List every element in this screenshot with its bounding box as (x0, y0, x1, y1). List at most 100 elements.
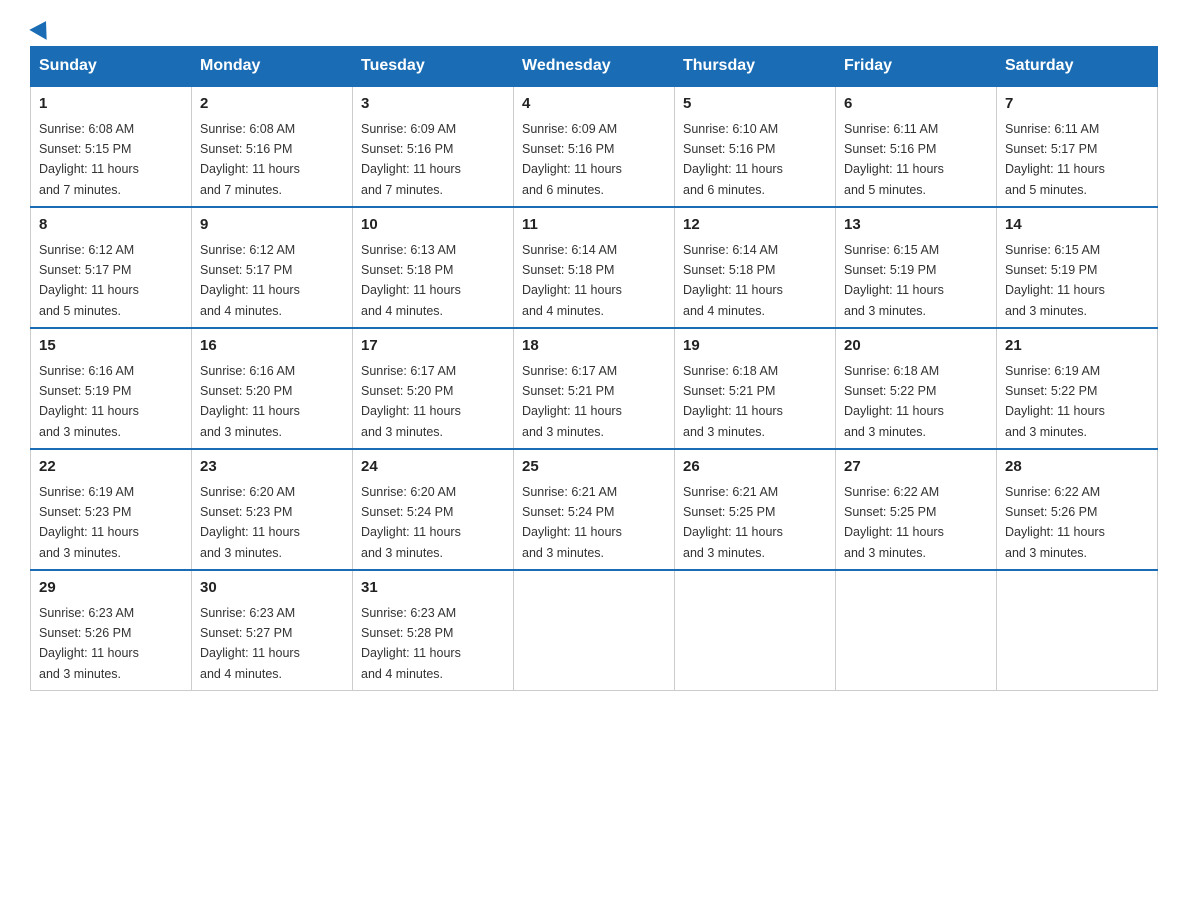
week-row-1: 1Sunrise: 6:08 AMSunset: 5:15 PMDaylight… (31, 86, 1158, 207)
day-number: 30 (200, 577, 344, 600)
day-cell: 25 Sunrise: 6:21 AMSunset: 5:24 PMDayligh… (514, 449, 675, 570)
day-number: 5 (683, 93, 827, 116)
calendar-table: SundayMondayTuesdayWednesdayThursdayFrid… (30, 46, 1158, 691)
day-cell: 21 Sunrise: 6:19 AMSunset: 5:22 PMDayligh… (997, 328, 1158, 449)
day-cell: 27 Sunrise: 6:22 AMSunset: 5:25 PMDayligh… (836, 449, 997, 570)
day-cell: 1Sunrise: 6:08 AMSunset: 5:15 PMDaylight… (31, 86, 192, 207)
day-cell: 20 Sunrise: 6:18 AMSunset: 5:22 PMDayligh… (836, 328, 997, 449)
day-info: Sunrise: 6:22 AMSunset: 5:25 PMDaylight:… (844, 485, 944, 560)
day-number: 22 (39, 456, 183, 479)
header-row: SundayMondayTuesdayWednesdayThursdayFrid… (31, 47, 1158, 87)
day-cell (997, 570, 1158, 691)
day-number: 17 (361, 335, 505, 358)
header-saturday: Saturday (997, 47, 1158, 87)
day-number: 10 (361, 214, 505, 237)
header-monday: Monday (192, 47, 353, 87)
day-number: 11 (522, 214, 666, 237)
day-info: Sunrise: 6:11 AMSunset: 5:17 PMDaylight:… (1005, 122, 1105, 197)
day-cell: 14Sunrise: 6:15 AMSunset: 5:19 PMDayligh… (997, 207, 1158, 328)
day-number: 13 (844, 214, 988, 237)
day-number: 24 (361, 456, 505, 479)
day-info: Sunrise: 6:20 AMSunset: 5:23 PMDaylight:… (200, 485, 300, 560)
day-number: 21 (1005, 335, 1149, 358)
week-row-4: 22 Sunrise: 6:19 AMSunset: 5:23 PMDayligh… (31, 449, 1158, 570)
day-cell: 4Sunrise: 6:09 AMSunset: 5:16 PMDaylight… (514, 86, 675, 207)
day-number: 9 (200, 214, 344, 237)
header-friday: Friday (836, 47, 997, 87)
day-info: Sunrise: 6:08 AMSunset: 5:16 PMDaylight:… (200, 122, 300, 197)
page-header (30, 20, 1158, 36)
day-info: Sunrise: 6:16 AMSunset: 5:19 PMDaylight:… (39, 364, 139, 439)
day-number: 12 (683, 214, 827, 237)
day-cell: 8Sunrise: 6:12 AMSunset: 5:17 PMDaylight… (31, 207, 192, 328)
day-number: 7 (1005, 93, 1149, 116)
day-info: Sunrise: 6:23 AMSunset: 5:26 PMDaylight:… (39, 606, 139, 681)
day-cell: 22 Sunrise: 6:19 AMSunset: 5:23 PMDayligh… (31, 449, 192, 570)
day-number: 15 (39, 335, 183, 358)
day-number: 29 (39, 577, 183, 600)
header-thursday: Thursday (675, 47, 836, 87)
day-cell: 29 Sunrise: 6:23 AMSunset: 5:26 PMDayligh… (31, 570, 192, 691)
day-info: Sunrise: 6:21 AMSunset: 5:24 PMDaylight:… (522, 485, 622, 560)
day-number: 27 (844, 456, 988, 479)
day-info: Sunrise: 6:15 AMSunset: 5:19 PMDaylight:… (1005, 243, 1105, 318)
day-info: Sunrise: 6:09 AMSunset: 5:16 PMDaylight:… (361, 122, 461, 197)
week-row-3: 15 Sunrise: 6:16 AMSunset: 5:19 PMDayligh… (31, 328, 1158, 449)
day-cell: 3 Sunrise: 6:09 AMSunset: 5:16 PMDaylight… (353, 86, 514, 207)
day-number: 20 (844, 335, 988, 358)
day-info: Sunrise: 6:19 AMSunset: 5:23 PMDaylight:… (39, 485, 139, 560)
day-info: Sunrise: 6:18 AMSunset: 5:22 PMDaylight:… (844, 364, 944, 439)
day-cell: 2Sunrise: 6:08 AMSunset: 5:16 PMDaylight… (192, 86, 353, 207)
day-info: Sunrise: 6:17 AMSunset: 5:21 PMDaylight:… (522, 364, 622, 439)
day-cell: 7 Sunrise: 6:11 AMSunset: 5:17 PMDaylight… (997, 86, 1158, 207)
day-cell: 12 Sunrise: 6:14 AMSunset: 5:18 PMDayligh… (675, 207, 836, 328)
day-info: Sunrise: 6:15 AMSunset: 5:19 PMDaylight:… (844, 243, 944, 318)
day-number: 18 (522, 335, 666, 358)
day-info: Sunrise: 6:18 AMSunset: 5:21 PMDaylight:… (683, 364, 783, 439)
day-number: 6 (844, 93, 988, 116)
day-number: 26 (683, 456, 827, 479)
day-cell: 31Sunrise: 6:23 AMSunset: 5:28 PMDayligh… (353, 570, 514, 691)
day-cell: 13 Sunrise: 6:15 AMSunset: 5:19 PMDayligh… (836, 207, 997, 328)
day-cell: 11 Sunrise: 6:14 AMSunset: 5:18 PMDayligh… (514, 207, 675, 328)
header-wednesday: Wednesday (514, 47, 675, 87)
day-info: Sunrise: 6:23 AMSunset: 5:27 PMDaylight:… (200, 606, 300, 681)
day-info: Sunrise: 6:14 AMSunset: 5:18 PMDaylight:… (683, 243, 783, 318)
day-info: Sunrise: 6:19 AMSunset: 5:22 PMDaylight:… (1005, 364, 1105, 439)
day-number: 23 (200, 456, 344, 479)
day-cell: 18 Sunrise: 6:17 AMSunset: 5:21 PMDayligh… (514, 328, 675, 449)
day-info: Sunrise: 6:22 AMSunset: 5:26 PMDaylight:… (1005, 485, 1105, 560)
day-cell: 28Sunrise: 6:22 AMSunset: 5:26 PMDayligh… (997, 449, 1158, 570)
day-info: Sunrise: 6:14 AMSunset: 5:18 PMDaylight:… (522, 243, 622, 318)
day-cell: 30 Sunrise: 6:23 AMSunset: 5:27 PMDayligh… (192, 570, 353, 691)
day-cell: 15 Sunrise: 6:16 AMSunset: 5:19 PMDayligh… (31, 328, 192, 449)
day-cell (675, 570, 836, 691)
day-info: Sunrise: 6:10 AMSunset: 5:16 PMDaylight:… (683, 122, 783, 197)
day-cell: 24Sunrise: 6:20 AMSunset: 5:24 PMDayligh… (353, 449, 514, 570)
day-info: Sunrise: 6:16 AMSunset: 5:20 PMDaylight:… (200, 364, 300, 439)
day-number: 25 (522, 456, 666, 479)
day-cell: 17 Sunrise: 6:17 AMSunset: 5:20 PMDayligh… (353, 328, 514, 449)
day-info: Sunrise: 6:13 AMSunset: 5:18 PMDaylight:… (361, 243, 461, 318)
header-tuesday: Tuesday (353, 47, 514, 87)
day-number: 19 (683, 335, 827, 358)
logo (30, 20, 52, 36)
day-info: Sunrise: 6:12 AMSunset: 5:17 PMDaylight:… (39, 243, 139, 318)
day-info: Sunrise: 6:17 AMSunset: 5:20 PMDaylight:… (361, 364, 461, 439)
day-info: Sunrise: 6:11 AMSunset: 5:16 PMDaylight:… (844, 122, 944, 197)
day-number: 16 (200, 335, 344, 358)
day-cell: 10 Sunrise: 6:13 AMSunset: 5:18 PMDayligh… (353, 207, 514, 328)
day-cell: 26Sunrise: 6:21 AMSunset: 5:25 PMDayligh… (675, 449, 836, 570)
day-cell: 6 Sunrise: 6:11 AMSunset: 5:16 PMDaylight… (836, 86, 997, 207)
day-cell: 16 Sunrise: 6:16 AMSunset: 5:20 PMDayligh… (192, 328, 353, 449)
day-number: 1 (39, 93, 183, 116)
day-number: 31 (361, 577, 505, 600)
week-row-5: 29 Sunrise: 6:23 AMSunset: 5:26 PMDayligh… (31, 570, 1158, 691)
day-cell (514, 570, 675, 691)
day-info: Sunrise: 6:12 AMSunset: 5:17 PMDaylight:… (200, 243, 300, 318)
day-cell: 19 Sunrise: 6:18 AMSunset: 5:21 PMDayligh… (675, 328, 836, 449)
day-cell: 23 Sunrise: 6:20 AMSunset: 5:23 PMDayligh… (192, 449, 353, 570)
day-number: 4 (522, 93, 666, 116)
day-number: 3 (361, 93, 505, 116)
day-cell: 9 Sunrise: 6:12 AMSunset: 5:17 PMDaylight… (192, 207, 353, 328)
